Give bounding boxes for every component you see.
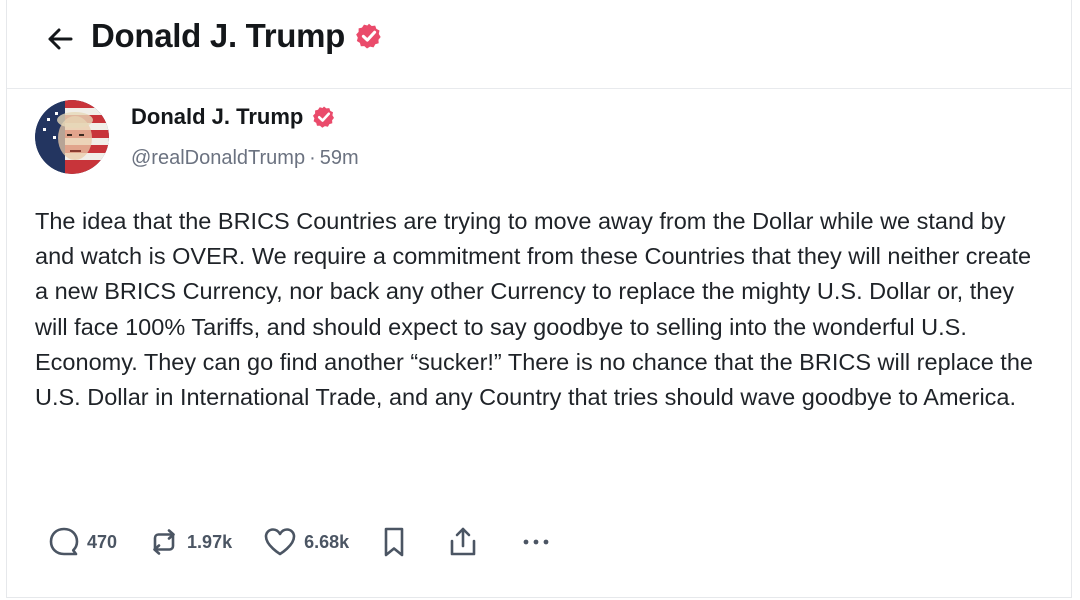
share-icon (450, 527, 476, 556)
repost-count: 1.97k (187, 531, 233, 552)
more-icon (523, 539, 549, 545)
bookmark-icon (384, 527, 404, 557)
post-timestamp[interactable]: 59m (320, 147, 359, 169)
page-title-text: Donald J. Trump (91, 17, 346, 54)
verified-badge-icon (356, 23, 381, 49)
back-arrow-icon (48, 28, 73, 50)
share-button[interactable] (447, 525, 479, 559)
reply-button[interactable]: 470 (47, 525, 117, 559)
avatar[interactable] (35, 100, 109, 174)
like-count: 6.68k (304, 531, 350, 552)
reply-count: 470 (87, 531, 118, 552)
page-title: Donald J. Trump (91, 16, 383, 56)
author-name-text: Donald J. Trump (131, 104, 304, 129)
author-name[interactable]: Donald J. Trump (131, 102, 336, 132)
page-header: Donald J. Trump (7, 0, 1071, 89)
verified-badge-icon (313, 106, 335, 128)
post-meta: @realDonaldTrump · 59m (131, 144, 359, 172)
like-button[interactable]: 6.68k (262, 525, 349, 559)
bookmark-button[interactable] (379, 525, 409, 559)
post-actions: 470 1.97k 6.68k (47, 522, 553, 562)
author-handle[interactable]: @realDonaldTrump (131, 147, 305, 169)
post-text: The idea that the BRICS Countries are tr… (35, 208, 1033, 411)
meta-separator: · (309, 147, 316, 169)
reply-icon (49, 527, 79, 556)
more-options-button[interactable] (519, 525, 553, 559)
like-icon (264, 528, 296, 556)
post-page: Donald J. Trump Donald J. Trump @realDon… (6, 0, 1072, 598)
back-button[interactable] (43, 22, 77, 56)
avatar-image (35, 100, 109, 174)
repost-icon (153, 529, 175, 555)
repost-button[interactable]: 1.97k (147, 525, 232, 559)
